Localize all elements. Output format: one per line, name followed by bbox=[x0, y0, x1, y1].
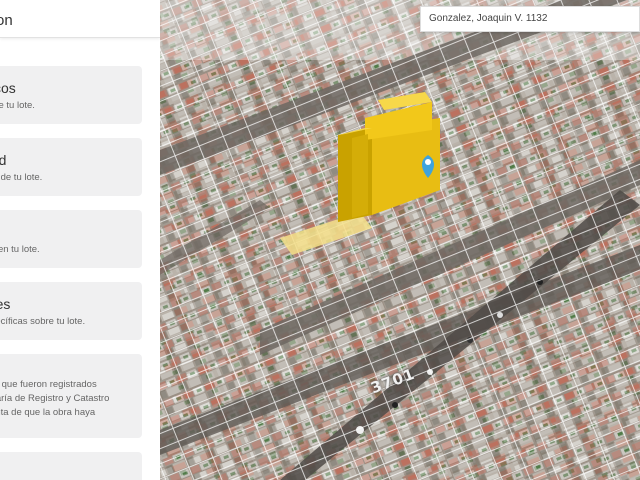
card-description-line: cuenta de que la obra haya bbox=[0, 407, 96, 418]
card-title: idad bbox=[0, 152, 7, 168]
card-description-line: cretaría de Registro y Catastro bbox=[0, 393, 110, 404]
card-datos-fisicos[interactable]: ísicos sobre tu lote. bbox=[0, 66, 142, 124]
card-description: idad de tu lote. bbox=[0, 172, 43, 183]
card-edificabilidad[interactable]: idad idad de tu lote. bbox=[0, 138, 142, 196]
address-search-input[interactable]: Gonzalez, Joaquin V. 1132 bbox=[429, 13, 547, 24]
card-more[interactable] bbox=[0, 452, 142, 480]
card-afectaciones[interactable]: ones específicas sobre tu lote. bbox=[0, 282, 142, 340]
map-3d-view[interactable]: 3701 bbox=[160, 0, 640, 480]
address-search-box[interactable]: Gonzalez, Joaquin V. 1132 bbox=[420, 6, 640, 32]
card-description-line: obra que fueron registrados bbox=[0, 379, 97, 390]
panel-title: on bbox=[0, 12, 13, 29]
card-description: específicas sobre tu lote. bbox=[0, 316, 86, 327]
card-usos[interactable]: dos en tu lote. bbox=[0, 210, 142, 268]
card-description: dos en tu lote. bbox=[0, 244, 40, 255]
card-title: ones bbox=[0, 296, 11, 312]
card-obras[interactable]: obra que fueron registrados cretaría de … bbox=[0, 354, 142, 438]
map-imagery bbox=[160, 0, 640, 480]
card-description: sobre tu lote. bbox=[0, 100, 35, 111]
info-panel: on ísicos sobre tu lote. idad idad de tu… bbox=[0, 0, 160, 480]
card-title: ísicos bbox=[0, 80, 16, 96]
panel-header: on bbox=[0, 0, 160, 38]
